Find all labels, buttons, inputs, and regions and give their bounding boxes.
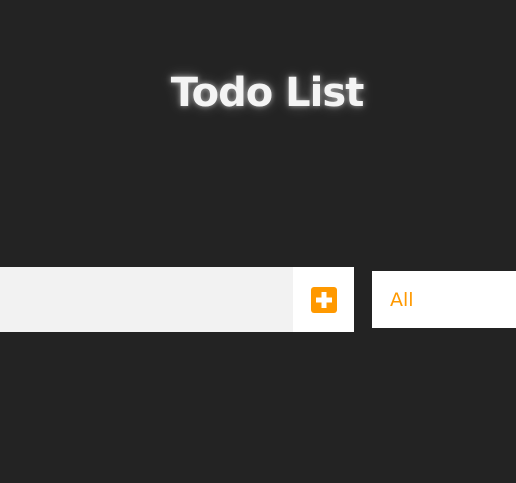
todo-form (0, 267, 354, 332)
plus-square-icon (310, 286, 337, 313)
page-title: Todo List (170, 70, 365, 116)
todo-input[interactable] (0, 267, 293, 332)
add-todo-button[interactable] (293, 267, 354, 332)
filter-select[interactable]: All (372, 271, 516, 328)
todo-app: Todo List All (0, 0, 516, 483)
filter-selected-value: All (390, 288, 414, 311)
